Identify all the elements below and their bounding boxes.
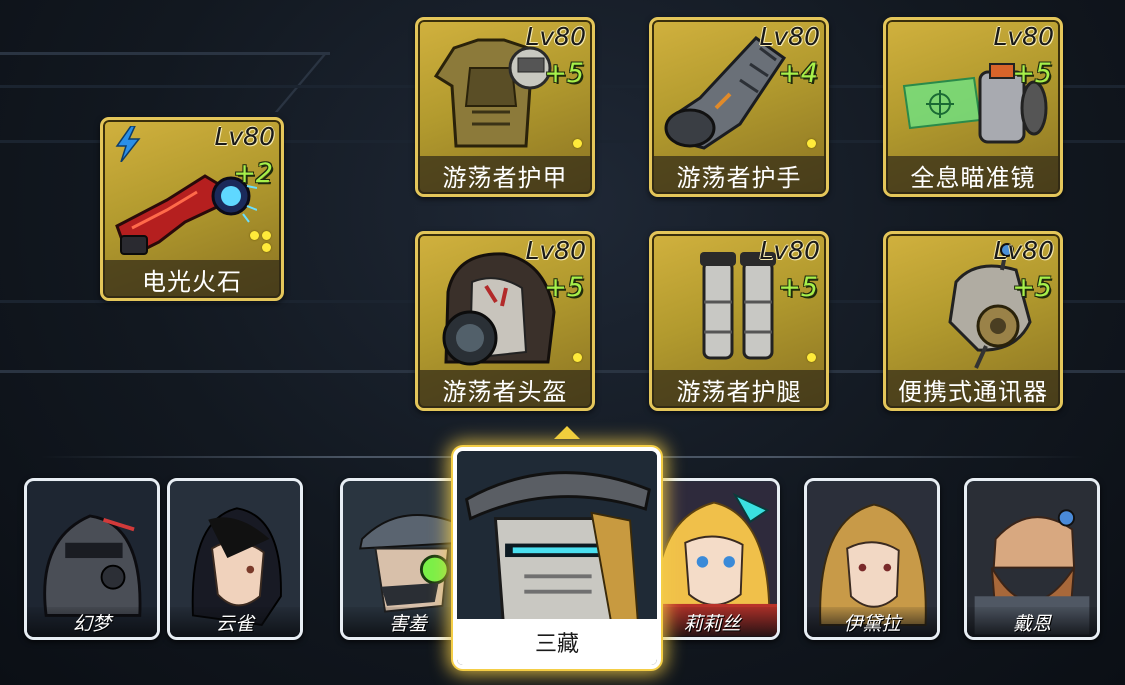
hero-card[interactable]: 戴恩 <box>964 478 1100 640</box>
level-label: Lv80 <box>993 236 1054 265</box>
level-label: Lv80 <box>759 236 820 265</box>
enhance-level: +5 <box>1012 58 1052 89</box>
level-label: Lv80 <box>993 22 1054 51</box>
rank-dot <box>807 139 816 148</box>
rank-dots <box>558 139 582 148</box>
enhance-level: +5 <box>544 58 584 89</box>
equipment-slot-legs[interactable]: Lv80 +5 游荡者护腿 <box>649 231 829 411</box>
enhance-level: +5 <box>778 272 818 303</box>
hero-name: 莉莉丝 <box>647 607 777 637</box>
level-label: Lv80 <box>214 122 275 151</box>
hero-name: 戴恩 <box>967 607 1097 637</box>
bg-line <box>0 52 330 55</box>
item-name: 游荡者护腿 <box>652 370 826 408</box>
rank-dots <box>247 231 271 252</box>
rank-dots <box>792 139 816 148</box>
level-label: Lv80 <box>759 22 820 51</box>
hero-card-selected[interactable]: 三藏 <box>453 447 661 669</box>
hero-card[interactable]: 幻梦 <box>24 478 160 640</box>
equipment-slot-weapon[interactable]: Lv80 +2 电光火石 <box>100 117 284 301</box>
hero-name: 云雀 <box>170 607 300 637</box>
equipment-slot-scope[interactable]: Lv80 +5 全息瞄准镜 <box>883 17 1063 197</box>
rank-dot <box>807 353 816 362</box>
level-label: Lv80 <box>525 22 586 51</box>
equipment-slot-comm[interactable]: Lv80 +5 便携式通讯器 <box>883 231 1063 411</box>
hero-card[interactable]: 伊黛拉 <box>804 478 940 640</box>
equipment-slot-gloves[interactable]: Lv80 +4 游荡者护手 <box>649 17 829 197</box>
rank-dot <box>573 353 582 362</box>
rank-dots <box>792 353 816 362</box>
rank-dot <box>573 139 582 148</box>
hero-card[interactable]: 莉莉丝 <box>644 478 780 640</box>
hero-name: 三藏 <box>457 619 657 665</box>
item-name: 电光火石 <box>103 260 281 298</box>
enhance-level: +5 <box>1012 272 1052 303</box>
selection-pointer-icon <box>554 426 580 439</box>
item-name: 便携式通讯器 <box>886 370 1060 408</box>
item-name: 游荡者护手 <box>652 156 826 194</box>
level-label: Lv80 <box>525 236 586 265</box>
bg-line <box>274 52 329 112</box>
enhance-level: +4 <box>778 58 818 89</box>
rank-dot <box>250 231 259 240</box>
hero-card[interactable]: 云雀 <box>167 478 303 640</box>
equipment-slot-helmet[interactable]: Lv80 +5 游荡者头盔 <box>415 231 595 411</box>
enhance-level: +2 <box>233 158 273 189</box>
rank-dots <box>558 353 582 362</box>
item-name: 游荡者头盔 <box>418 370 592 408</box>
item-name: 游荡者护甲 <box>418 156 592 194</box>
hero-name: 伊黛拉 <box>807 607 937 637</box>
equipment-slot-armor[interactable]: Lv80 +5 游荡者护甲 <box>415 17 595 197</box>
item-name: 全息瞄准镜 <box>886 156 1060 194</box>
hero-name: 幻梦 <box>27 607 157 637</box>
rank-dot <box>262 231 271 240</box>
rank-dot <box>262 243 271 252</box>
enhance-level: +5 <box>544 272 584 303</box>
